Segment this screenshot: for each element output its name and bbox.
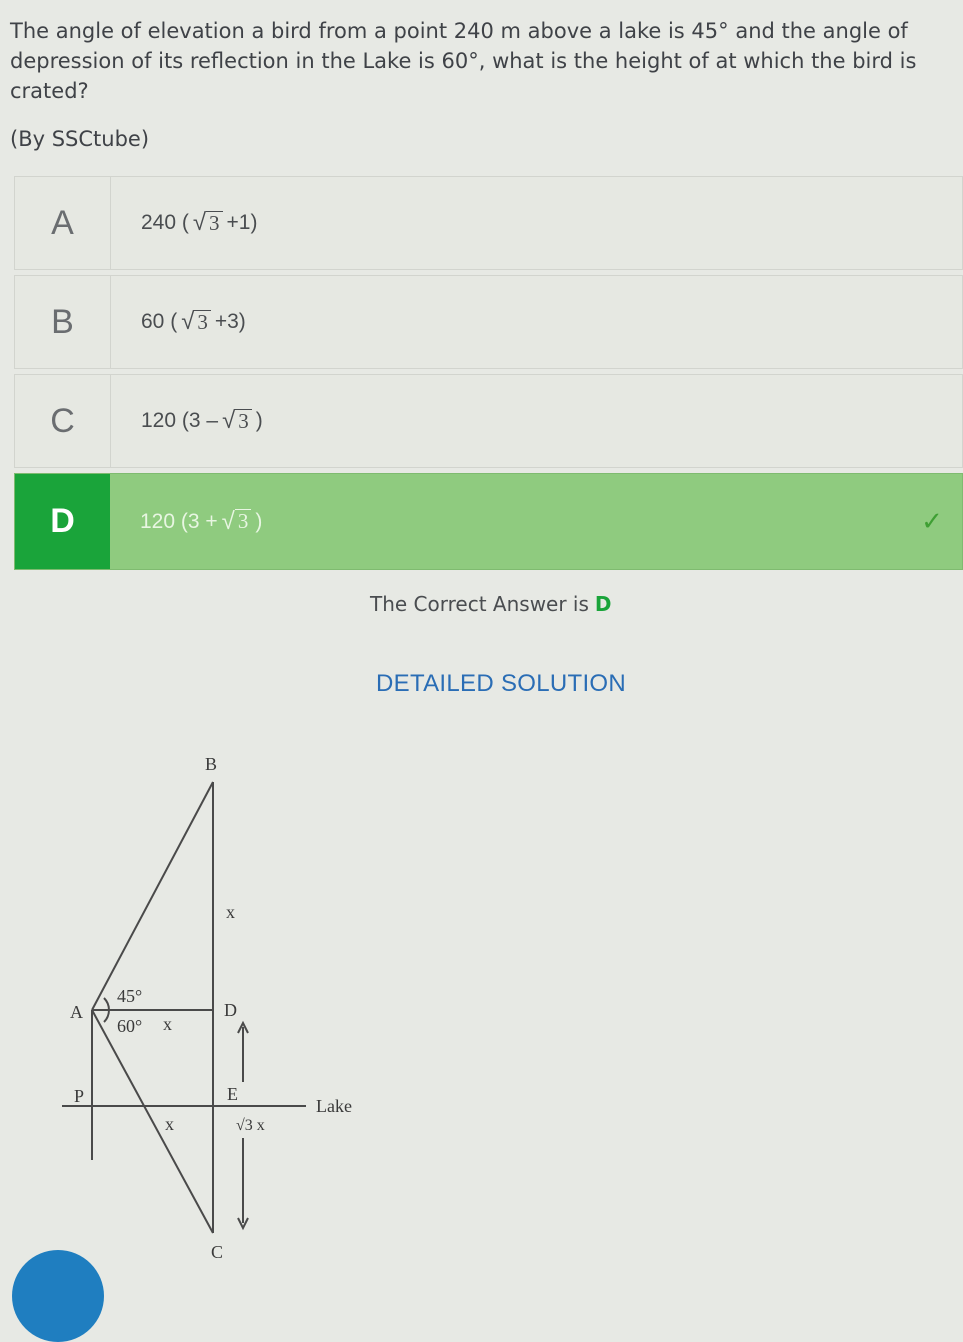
label-a: A: [70, 1002, 83, 1022]
option-d[interactable]: D 120 (3 + √ 3 ) ✓: [14, 473, 963, 570]
option-radicand: 3: [235, 408, 252, 433]
option-letter: D: [15, 474, 110, 569]
option-c[interactable]: C 120 (3 – √ 3 ): [14, 374, 963, 468]
option-prefix: 240 (: [141, 211, 189, 234]
option-suffix: +1): [226, 211, 258, 234]
line-ac: [91, 1009, 214, 1234]
option-text: 120 (3 – √ 3 ): [111, 375, 962, 467]
label-bottom-x: x: [165, 1114, 174, 1134]
question-text: The angle of elevation a bird from a poi…: [10, 19, 917, 103]
option-text: 120 (3 + √ 3 ): [110, 474, 902, 569]
option-letter: B: [15, 276, 111, 368]
label-e: E: [227, 1084, 238, 1104]
options-list: A 240 ( √ 3 +1) B 60 ( √ 3 +3) C 120 (3 – …: [14, 176, 963, 575]
label-p: P: [74, 1086, 84, 1106]
question-source: (By SSCtube): [10, 127, 150, 151]
label-bd-x: x: [226, 902, 235, 922]
sqrt-symbol: √ 3: [193, 211, 223, 235]
option-suffix: ): [255, 509, 263, 533]
option-prefix: 120 (3 +: [140, 509, 218, 533]
label-lake: Lake: [316, 1096, 352, 1116]
line-ab: [91, 781, 214, 1011]
option-suffix: +3): [214, 310, 246, 333]
solution-diagram: B A D P E C 45° 60° x x x √3 x Lake: [62, 754, 352, 1262]
option-text: 60 ( √ 3 +3): [111, 276, 962, 368]
sqrt-symbol: √ 3: [222, 509, 252, 533]
option-a[interactable]: A 240 ( √ 3 +1): [14, 176, 963, 270]
detailed-solution-heading: DETAILED SOLUTION: [376, 670, 627, 697]
sqrt-symbol: √ 3: [181, 310, 211, 334]
label-angle-45: 45°: [117, 986, 142, 1006]
correct-answer: The Correct Answer is D: [370, 592, 612, 616]
option-b[interactable]: B 60 ( √ 3 +3): [14, 275, 963, 369]
sqrt-symbol: √ 3: [222, 409, 252, 433]
option-radicand: 3: [206, 210, 223, 235]
option-prefix: 120 (3 –: [141, 409, 219, 432]
label-d: D: [224, 1000, 237, 1020]
floating-action-button[interactable]: [12, 1250, 104, 1342]
label-root-x: √3 x: [236, 1117, 265, 1134]
option-letter: A: [15, 177, 111, 269]
correct-answer-label: The Correct Answer is: [370, 592, 589, 616]
label-b: B: [205, 754, 217, 774]
label-angle-60: 60°: [117, 1016, 142, 1036]
option-letter: C: [15, 375, 111, 467]
label-c: C: [211, 1242, 223, 1262]
correct-answer-letter: D: [594, 592, 612, 616]
option-prefix: 60 (: [141, 310, 178, 333]
option-radicand: 3: [194, 309, 211, 334]
checkmark-icon: ✓: [921, 506, 943, 537]
option-radicand: 3: [234, 509, 252, 533]
label-ad-x: x: [163, 1014, 172, 1034]
option-text: 240 ( √ 3 +1): [111, 177, 962, 269]
option-suffix: ): [255, 409, 263, 432]
